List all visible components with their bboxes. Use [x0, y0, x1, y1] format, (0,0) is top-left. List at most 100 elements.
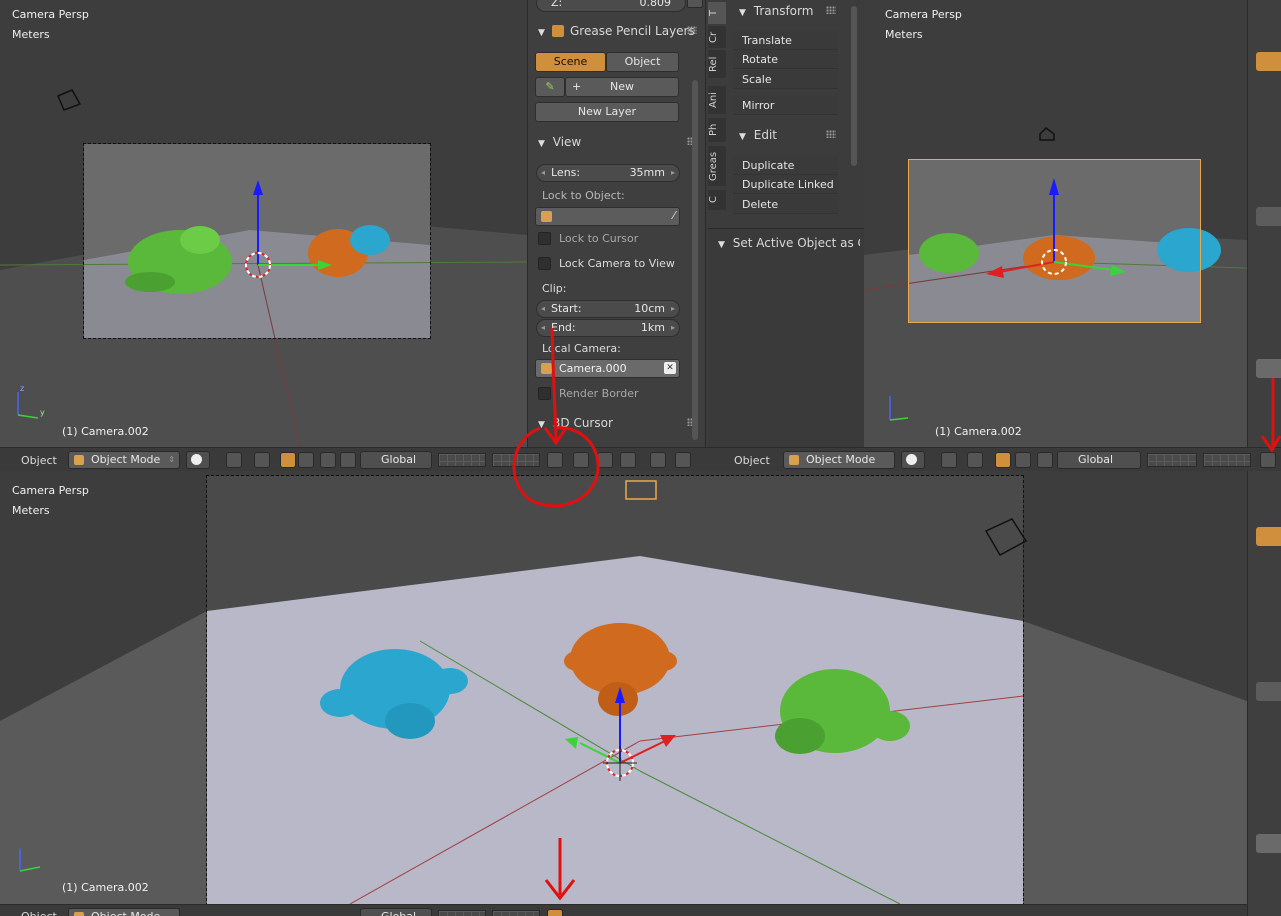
operator-panel-header[interactable]: ▼ Set Active Object as Ca: [708, 232, 860, 254]
lock-camera-checkbox[interactable]: [538, 257, 551, 270]
pencil-icon: ✎: [545, 80, 555, 93]
properties-scrollbar[interactable]: [692, 80, 698, 440]
clip-start-field[interactable]: ◂ Start: 10cm ▸: [536, 300, 680, 318]
layers-block-2[interactable]: [1203, 453, 1251, 467]
shading-selector[interactable]: [901, 451, 925, 469]
expand-triangle-icon: ▼: [739, 8, 746, 18]
rotate-manipulator-icon[interactable]: [298, 452, 314, 468]
render-border-checkbox[interactable]: [538, 387, 551, 400]
lock-camera-layers-icon[interactable]: [547, 909, 563, 916]
mode-selector[interactable]: Object Mode: [783, 451, 895, 469]
local-camera-field[interactable]: Camera.000 ✕: [535, 359, 680, 378]
pivot-icon[interactable]: [226, 452, 242, 468]
axis-icon[interactable]: [340, 452, 356, 468]
rotate-button[interactable]: Rotate: [733, 50, 838, 69]
view-panel-header[interactable]: ▼ View: [528, 131, 705, 153]
new-layer-button[interactable]: New Layer: [535, 102, 679, 122]
duplicate-button[interactable]: Duplicate: [733, 156, 838, 175]
mode-selector[interactable]: Object Mode ⇕: [68, 451, 180, 469]
orientation-selector[interactable]: Global: [360, 908, 432, 916]
snap-icon[interactable]: [597, 452, 613, 468]
lock-camera-layers-icon[interactable]: [1260, 452, 1276, 468]
operator-panel: [708, 228, 864, 447]
mode-selector[interactable]: Object Mode: [68, 908, 180, 916]
grip-icon[interactable]: [826, 130, 836, 138]
layers-block-2[interactable]: [492, 910, 540, 916]
manipulator-toggle-icon[interactable]: [254, 452, 270, 468]
tab-object[interactable]: Object: [606, 52, 679, 72]
delete-button[interactable]: Delete: [733, 195, 838, 214]
grip-icon[interactable]: [687, 26, 697, 34]
mirror-button[interactable]: Mirror: [733, 96, 838, 115]
translate-manipulator-icon[interactable]: [995, 452, 1011, 468]
local-camera-label: Local Camera:: [542, 342, 621, 355]
layers-block-1[interactable]: [1147, 453, 1197, 467]
lock-camera-layers-icon[interactable]: [547, 452, 563, 468]
tool-tab-grease-pencil[interactable]: Greas: [708, 146, 726, 186]
tab-scene[interactable]: Scene: [535, 52, 606, 72]
edit-panel-header[interactable]: ▼ Edit: [729, 124, 844, 146]
z-location-field[interactable]: Z: 0.809: [536, 0, 686, 12]
clip-end-field[interactable]: ◂ End: 1km ▸: [536, 319, 680, 337]
scale-button[interactable]: Scale: [733, 70, 838, 89]
cube-icon: [74, 912, 84, 916]
proportional-edit-icon[interactable]: [573, 452, 589, 468]
new-grease-pencil-button[interactable]: + New: [565, 77, 679, 97]
orientation-selector[interactable]: Global: [360, 451, 432, 469]
layers-block-1[interactable]: [438, 453, 486, 467]
grease-pencil-panel-header[interactable]: ▼ Grease Pencil Layers: [528, 20, 705, 42]
view-label: Camera Persp: [12, 484, 89, 497]
layers-block-2[interactable]: [492, 453, 540, 467]
clip-label: Clip:: [542, 282, 567, 295]
duplicate-linked-button[interactable]: Duplicate Linked: [733, 175, 838, 194]
render-icon[interactable]: [650, 452, 666, 468]
viewport-top-right[interactable]: Camera Persp Meters (1) Camera.002: [864, 0, 1247, 447]
snap-element-icon[interactable]: [620, 452, 636, 468]
3d-cursor-panel-header[interactable]: ▼ 3D Cursor: [528, 412, 705, 434]
viewport-header-bottom: Object Object Mode Global: [0, 904, 1247, 916]
scale-manipulator-icon[interactable]: [320, 452, 336, 468]
object-menu[interactable]: Object: [734, 454, 770, 467]
pivot-icon[interactable]: [941, 452, 957, 468]
translate-manipulator-icon[interactable]: [280, 452, 296, 468]
tool-tab-animation[interactable]: Ani: [708, 86, 726, 114]
checkbox-icon[interactable]: [552, 25, 564, 37]
shading-selector[interactable]: [186, 451, 210, 469]
lock-to-cursor-checkbox[interactable]: [538, 232, 551, 245]
render-animation-icon[interactable]: [675, 452, 691, 468]
orientation-selector[interactable]: Global: [1057, 451, 1141, 469]
chevron-updown-icon: ⇕: [168, 455, 175, 464]
tool-tab-c[interactable]: C: [708, 190, 726, 210]
eyedropper-icon[interactable]: ⁄: [673, 209, 675, 222]
object-label: (1) Camera.002: [935, 425, 1022, 438]
camera-frame: [206, 475, 1024, 904]
cube-icon: [789, 455, 799, 465]
tool-tab-physics[interactable]: Ph: [708, 118, 726, 142]
viewport-bottom[interactable]: Camera Persp Meters (1) Camera.002: [0, 471, 1247, 904]
lock-icon[interactable]: [687, 0, 703, 8]
lock-to-object-label: Lock to Object:: [542, 189, 625, 202]
object-menu[interactable]: Object: [21, 454, 57, 467]
clear-icon[interactable]: ✕: [664, 362, 676, 374]
tool-tab-tools[interactable]: T: [708, 2, 726, 24]
translate-button[interactable]: Translate: [733, 31, 838, 50]
transform-panel-header[interactable]: ▼ Transform: [729, 0, 844, 22]
scale-manipulator-icon[interactable]: [1037, 452, 1053, 468]
lens-field[interactable]: ◂ Lens: 35mm ▸: [536, 164, 680, 182]
lock-object-field[interactable]: ⁄: [535, 207, 680, 226]
viewport-top-left[interactable]: Camera Persp Meters (1) Camera.002 z y: [0, 0, 527, 447]
layers-block-1[interactable]: [438, 910, 486, 916]
tool-shelf-scrollbar[interactable]: [851, 6, 857, 166]
object-menu[interactable]: Object: [21, 910, 57, 916]
manipulator-toggle-icon[interactable]: [967, 452, 983, 468]
expand-triangle-icon: ▼: [538, 139, 545, 149]
plus-icon: +: [572, 80, 582, 93]
grip-icon[interactable]: [826, 6, 836, 14]
camera-frame: [83, 143, 431, 339]
units-label: Meters: [885, 28, 923, 41]
viewport-header-top-left: Object Object Mode ⇕ Global: [0, 447, 705, 471]
pencil-dropdown[interactable]: ✎: [535, 77, 565, 97]
tool-tab-relations[interactable]: Rel: [708, 50, 726, 78]
rotate-manipulator-icon[interactable]: [1015, 452, 1031, 468]
tool-tab-create[interactable]: Cr: [708, 26, 726, 48]
